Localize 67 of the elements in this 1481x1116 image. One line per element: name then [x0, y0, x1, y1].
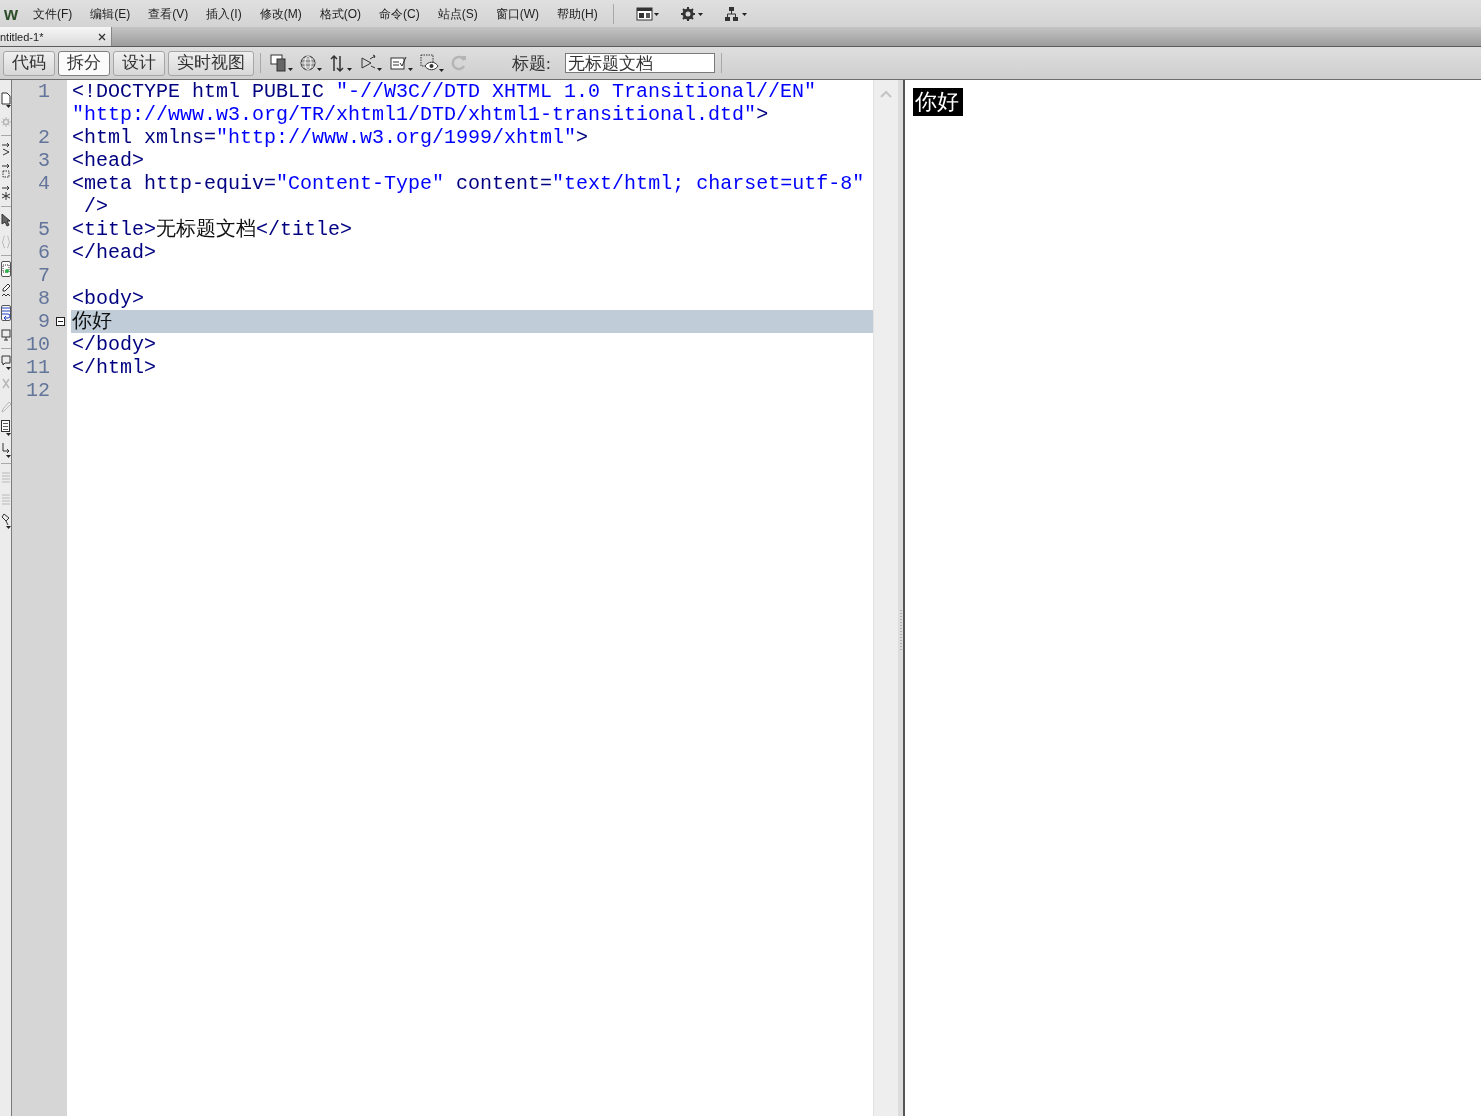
- code-line: <meta http-equiv="Content-Type" content="text/html; charset=utf-8" />: [72, 172, 865, 218]
- menu-item[interactable]: 站点(S): [428, 3, 487, 24]
- layout-icon[interactable]: [635, 5, 660, 22]
- line-number: 12: [26, 379, 50, 402]
- code-line: <title>无标题文档</title>: [72, 218, 353, 241]
- monitor-icon[interactable]: [0, 327, 11, 343]
- up-down-arrows-icon[interactable]: [330, 53, 354, 73]
- code-line: <head>: [72, 149, 144, 172]
- arrow-chevron-icon[interactable]: [0, 141, 11, 157]
- brush-icon[interactable]: [0, 513, 11, 529]
- menu-item[interactable]: 编辑(E): [81, 3, 140, 24]
- line-number: 7: [38, 264, 50, 287]
- menu-item[interactable]: 帮助(H): [548, 3, 607, 24]
- line-number: 4: [38, 172, 50, 195]
- code-line: </html>: [72, 356, 156, 379]
- gear-icon[interactable]: [679, 5, 704, 22]
- text-wrap-icon[interactable]: [0, 305, 11, 321]
- dotted-box-icon[interactable]: [0, 261, 11, 277]
- triangle-arrows-icon[interactable]: [360, 53, 384, 73]
- arrow-asterisk-icon[interactable]: [0, 185, 11, 201]
- view-tab[interactable]: 实时视图: [168, 50, 254, 76]
- arrow-box-icon[interactable]: [0, 163, 11, 179]
- sitemap-icon[interactable]: [723, 5, 748, 22]
- line-number: 11: [26, 356, 50, 379]
- file-icon[interactable]: [0, 92, 11, 108]
- corner-arrow-icon[interactable]: [0, 442, 11, 458]
- code-line: <!DOCTYPE html PUBLIC "-//W3C//DTD XHTML 1.0 Transitional//EN" "http://www.w3.org/TR/xhtml1/DTD/xhtml1-transitional.dtd">: [72, 80, 817, 126]
- line-number: 1: [38, 80, 50, 103]
- menu-item[interactable]: 文件(F): [24, 3, 82, 24]
- two-screens-icon[interactable]: [270, 53, 294, 73]
- scrollbar[interactable]: [873, 80, 898, 1116]
- close-icon[interactable]: [98, 32, 106, 41]
- menu-item[interactable]: 命令(C): [370, 3, 429, 24]
- collapse-icon[interactable]: [56, 317, 65, 326]
- menu-item[interactable]: 格式(O): [310, 3, 370, 24]
- code-line: </body>: [72, 333, 156, 356]
- splitter[interactable]: [898, 80, 905, 1116]
- line-number: 10: [26, 333, 50, 356]
- code-line: <html xmlns="http://www.w3.org/1999/xhtml">: [72, 126, 589, 149]
- code-line: </head>: [72, 241, 156, 264]
- preview-text: 你好: [913, 88, 963, 116]
- line-number: 6: [38, 241, 50, 264]
- document-tab[interactable]: ntitled-1*: [0, 27, 112, 46]
- line-number: 5: [38, 218, 50, 241]
- view-tab[interactable]: 拆分: [58, 50, 110, 76]
- line-number: 8: [38, 287, 50, 310]
- app-logo: w: [4, 3, 19, 24]
- menu-item[interactable]: 查看(V): [139, 3, 198, 24]
- title-label: 标题:: [512, 52, 551, 75]
- view-tab[interactable]: 代码: [3, 50, 55, 76]
- title-field[interactable]: 无标题文档: [564, 53, 715, 73]
- menu-item[interactable]: 窗口(W): [486, 3, 548, 24]
- menu-item[interactable]: 插入(I): [197, 3, 251, 24]
- menu-item[interactable]: 修改(M): [250, 3, 311, 24]
- globe-icon[interactable]: [300, 53, 324, 73]
- code-line: <body>: [72, 287, 144, 310]
- grip-icon[interactable]: [899, 610, 902, 650]
- code-line: 你好: [72, 310, 112, 333]
- pen-icon[interactable]: [0, 283, 11, 299]
- cursor-icon[interactable]: [0, 212, 11, 228]
- eye-icon[interactable]: [420, 53, 444, 73]
- speech-bubble-icon[interactable]: [0, 354, 11, 370]
- view-tab[interactable]: 设计: [113, 50, 165, 76]
- line-number: 9: [38, 310, 50, 333]
- line-number: 2: [38, 126, 50, 149]
- line-number: 3: [38, 149, 50, 172]
- document-lines-icon[interactable]: [0, 420, 11, 436]
